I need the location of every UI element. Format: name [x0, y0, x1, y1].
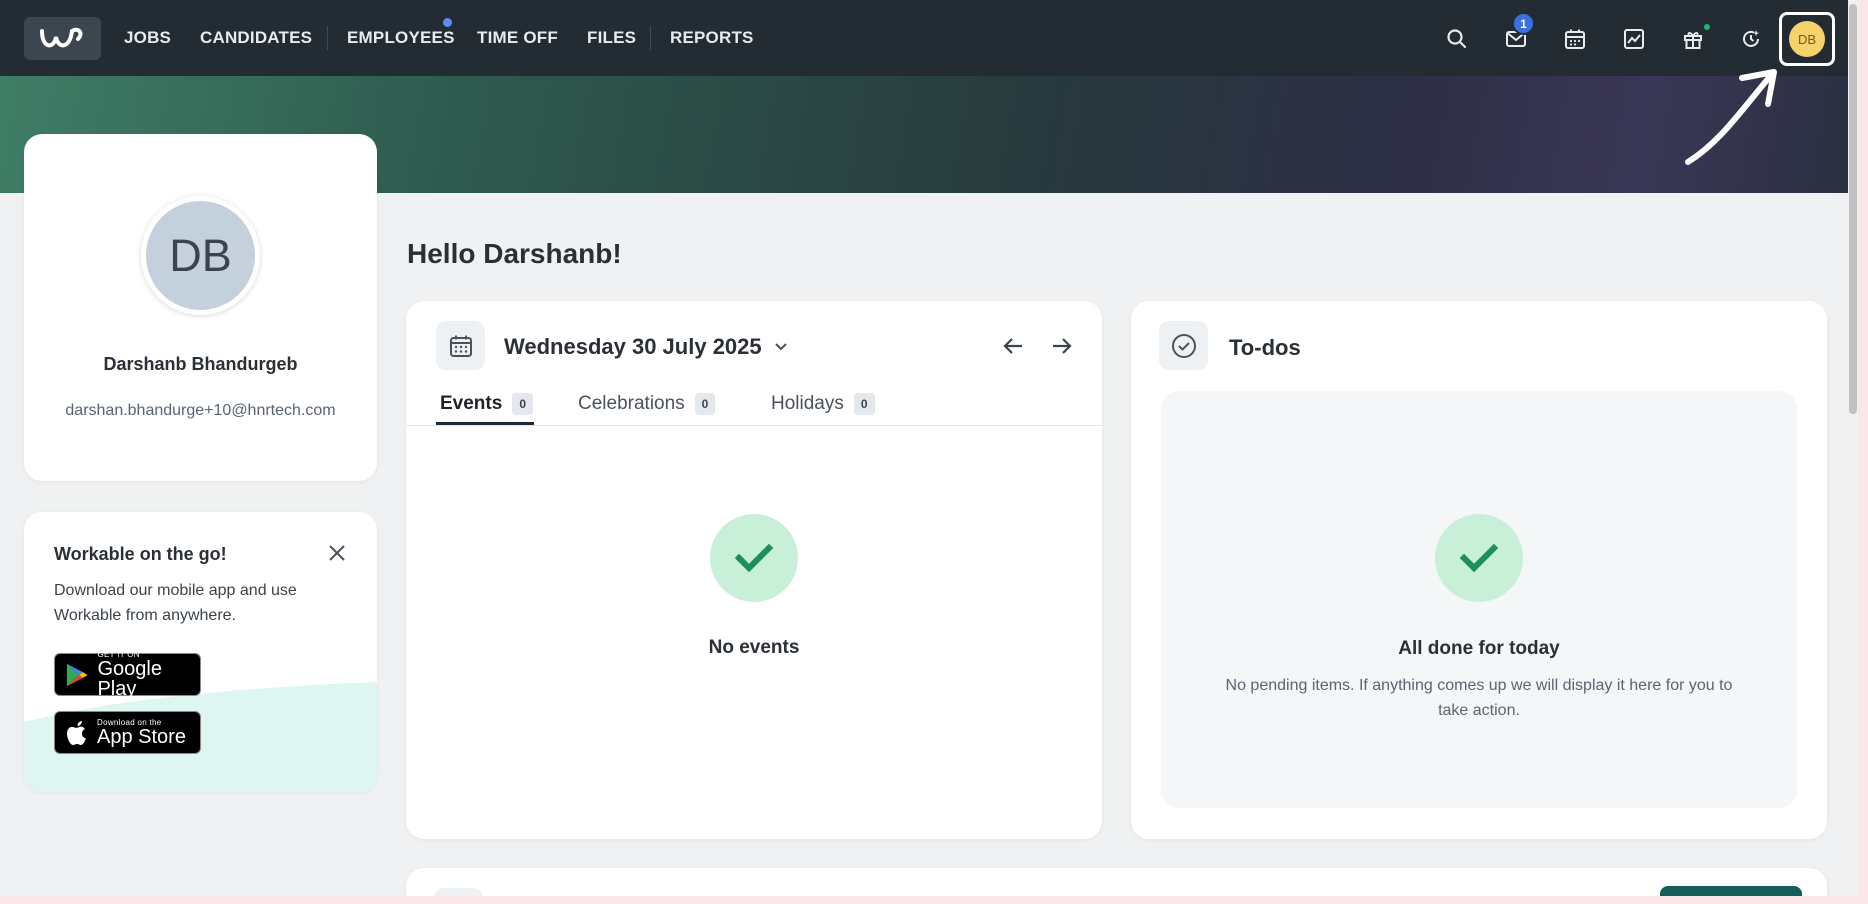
no-events-message: No events — [708, 637, 800, 658]
workable-logo-icon — [39, 27, 82, 47]
profile-avatar[interactable]: DB — [141, 196, 260, 315]
todos-card: To-dos All done for today No pending ite… — [1131, 301, 1827, 839]
page-scrollbar[interactable] — [1848, 0, 1858, 896]
workable-logo[interactable] — [24, 17, 101, 60]
user-avatar[interactable]: DB — [1789, 21, 1825, 57]
nav-divider — [650, 26, 651, 50]
nav-reports[interactable]: REPORTS — [670, 28, 754, 48]
app-window: JOBS CANDIDATES EMPLOYEES TIME OFF FILES… — [0, 0, 1858, 896]
nav-jobs[interactable]: JOBS — [124, 28, 171, 48]
check-circle-icon — [1159, 321, 1208, 370]
tab-celebrations-label: Celebrations — [578, 393, 685, 414]
todos-title: To-dos — [1229, 335, 1301, 360]
calendar-icon — [436, 321, 485, 370]
search-icon[interactable] — [1440, 22, 1474, 56]
todos-empty-panel: All done for today No pending items. If … — [1161, 391, 1797, 808]
date-selector[interactable]: Wednesday 30 July 2025 — [504, 334, 788, 360]
tab-holidays-label: Holidays — [771, 393, 844, 414]
nav-employees[interactable]: EMPLOYEES — [347, 28, 455, 48]
check-icon — [710, 514, 798, 602]
all-done-title: All done for today — [1398, 638, 1560, 659]
app-store-label: App Store — [97, 726, 186, 748]
tab-holidays-count: 0 — [853, 393, 875, 415]
nav-files[interactable]: FILES — [587, 28, 636, 48]
nav-time-off[interactable]: TIME OFF — [477, 28, 558, 48]
greeting-title: Hello Darshanb! — [407, 238, 622, 269]
nav-divider — [327, 26, 328, 50]
section-icon — [434, 888, 483, 896]
user-menu-highlight[interactable]: DB — [1779, 12, 1835, 66]
all-done-description: No pending items. If anything comes up w… — [1225, 677, 1733, 719]
current-date: Wednesday 30 July 2025 — [504, 334, 762, 359]
tabs-divider — [406, 425, 1102, 426]
nav-candidates[interactable]: CANDIDATES — [200, 28, 312, 48]
tab-celebrations[interactable]: Celebrations 0 — [578, 389, 716, 419]
google-play-button[interactable]: GET IT ON Google Play — [54, 650, 201, 700]
top-navigation: JOBS CANDIDATES EMPLOYEES TIME OFF FILES… — [0, 0, 1858, 76]
google-play-label: Google Play — [97, 658, 162, 700]
employees-notification-dot — [441, 16, 454, 29]
next-day-arrow-icon[interactable] — [1047, 331, 1077, 361]
chevron-down-icon — [774, 343, 787, 351]
profile-name: Darshanb Bhandurgeb — [103, 354, 298, 374]
promo-title: Workable on the go! — [54, 544, 227, 564]
previous-day-arrow-icon[interactable] — [998, 331, 1028, 361]
activity-chart-icon[interactable] — [1617, 22, 1651, 56]
promo-text: Download our mobile app and use Workable… — [54, 582, 297, 624]
gift-notification-dot — [1702, 22, 1712, 32]
tab-events-count: 0 — [512, 393, 533, 415]
annotation-arrow-icon — [1685, 69, 1777, 165]
google-play-icon — [66, 663, 88, 686]
next-section-card — [406, 868, 1827, 896]
mail-count-badge: 1 — [1512, 12, 1535, 35]
profile-card: DB Darshanb Bhandurgeb darshan.bhandurge… — [24, 134, 377, 481]
check-icon — [1435, 514, 1523, 602]
tab-events[interactable]: Events 0 — [440, 389, 533, 419]
scrollbar-thumb[interactable] — [1849, 4, 1857, 414]
mobile-app-promo: Workable on the go! Download our mobile … — [24, 512, 377, 792]
tab-holidays[interactable]: Holidays 0 — [771, 389, 875, 419]
profile-email: darshan.bhandurge+10@hnrtech.com — [65, 402, 336, 419]
whats-new-icon[interactable] — [1734, 22, 1768, 56]
calendar-icon[interactable] — [1558, 22, 1592, 56]
tab-celebrations-count: 0 — [694, 393, 716, 415]
primary-action-button[interactable] — [1660, 886, 1802, 896]
tab-events-label: Events — [440, 393, 503, 414]
app-store-button[interactable]: Download on the App Store — [54, 711, 201, 754]
events-card: Wednesday 30 July 2025 Events 0 Celebrat… — [406, 301, 1102, 839]
apple-icon — [67, 720, 86, 745]
close-icon[interactable] — [324, 540, 350, 566]
